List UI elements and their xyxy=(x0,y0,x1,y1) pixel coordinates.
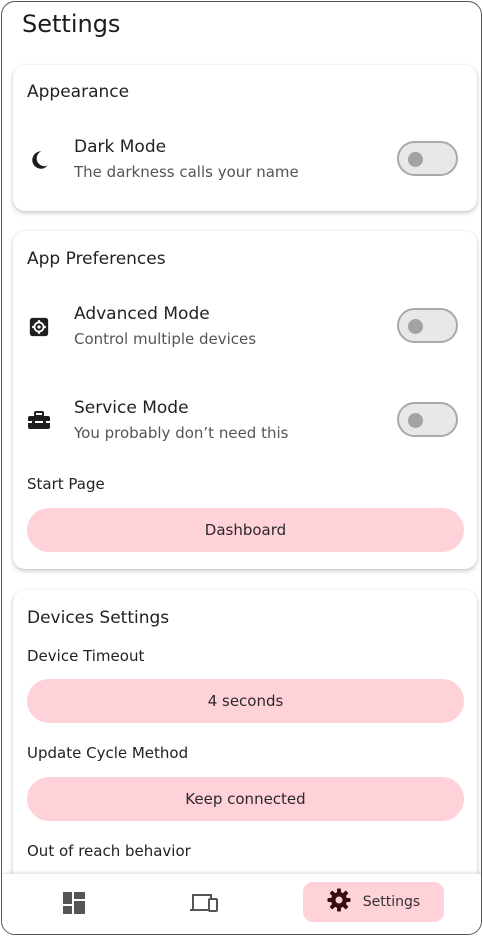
app-screen: Settings Appearance Dark Mode The darkne… xyxy=(1,1,482,935)
start-page-select[interactable]: Dashboard xyxy=(27,508,464,552)
advanced-mode-toggle[interactable] xyxy=(397,308,458,343)
app-preferences-card: App Preferences Advanced Mode Control mu… xyxy=(13,231,477,569)
nav-devices[interactable] xyxy=(172,874,236,934)
service-mode-subtitle: You probably don’t need this xyxy=(74,424,289,442)
toolbox-icon xyxy=(27,409,51,433)
gear-box-icon xyxy=(27,315,51,339)
appearance-title: Appearance xyxy=(27,82,130,102)
update-cycle-label: Update Cycle Method xyxy=(27,744,189,762)
update-cycle-select[interactable]: Keep connected xyxy=(27,777,464,821)
dark-mode-title: Dark Mode xyxy=(74,137,167,157)
settings-gear-icon xyxy=(327,888,351,916)
service-mode-toggle[interactable] xyxy=(397,402,458,437)
dark-mode-subtitle: The darkness calls your name xyxy=(74,163,299,181)
device-timeout-label: Device Timeout xyxy=(27,647,145,665)
toggle-knob xyxy=(408,412,423,428)
toggle-knob xyxy=(408,151,423,167)
devices-settings-title: Devices Settings xyxy=(27,608,170,628)
advanced-mode-title: Advanced Mode xyxy=(74,304,210,324)
nav-settings[interactable]: Settings xyxy=(303,882,444,922)
page-title: Settings xyxy=(22,10,121,38)
bottom-navigation: Settings xyxy=(2,874,481,934)
out-of-reach-label: Out of reach behavior xyxy=(27,842,191,860)
app-preferences-title: App Preferences xyxy=(27,249,166,269)
devices-settings-card: Devices Settings Device Timeout 4 second… xyxy=(13,590,477,910)
nav-settings-label: Settings xyxy=(362,894,421,910)
start-page-label: Start Page xyxy=(27,475,105,493)
dark-mode-toggle[interactable] xyxy=(397,141,458,176)
devices-icon xyxy=(189,892,219,918)
device-timeout-select[interactable]: 4 seconds xyxy=(27,679,464,723)
moon-icon xyxy=(27,148,51,172)
service-mode-title: Service Mode xyxy=(74,398,189,418)
toggle-knob xyxy=(408,318,423,334)
advanced-mode-subtitle: Control multiple devices xyxy=(74,330,257,348)
dashboard-icon xyxy=(62,891,86,919)
nav-dashboard[interactable] xyxy=(42,874,106,934)
appearance-card: Appearance Dark Mode The darkness calls … xyxy=(13,65,477,211)
